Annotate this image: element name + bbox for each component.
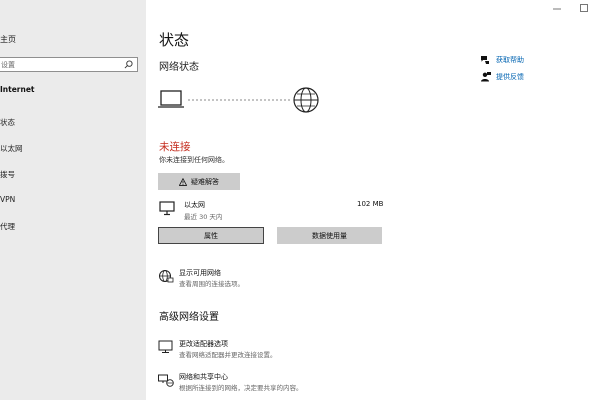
data-usage-button[interactable]: 数据使用量 (277, 227, 382, 244)
get-help-label: 获取帮助 (496, 56, 524, 64)
ethernet-icon (159, 201, 175, 216)
search-input[interactable] (1, 59, 119, 70)
troubleshoot-button[interactable]: 疑难解答 (158, 173, 240, 190)
change-adapter-options-link[interactable]: 更改适配器选项 查看网络适配器并更改连接设置。 (158, 339, 378, 361)
laptop-icon (158, 90, 184, 108)
sidebar-item-status[interactable]: 状态 (0, 117, 15, 128)
show-available-networks-link[interactable]: 显示可用网络 查看周围的连接选项。 (158, 268, 358, 290)
sidebar-section-internet: Internet (0, 85, 35, 94)
sidebar-item-ethernet[interactable]: 以太网 (0, 143, 23, 154)
warning-icon (179, 177, 187, 186)
get-help-link[interactable]: 获取帮助 (480, 55, 550, 65)
globe-icon (293, 87, 319, 113)
ethernet-time-range: 最近 30 天内 (184, 213, 223, 221)
sharing-center-title: 网络和共享中心 (179, 373, 228, 381)
feedback-icon (481, 72, 491, 82)
troubleshoot-label: 疑难解答 (191, 177, 219, 186)
show-networks-desc: 查看周围的连接选项。 (179, 280, 244, 288)
adapter-icon (158, 340, 173, 353)
status-description: 你未连接到任何网络。 (159, 156, 229, 164)
network-status-heading: 网络状态 (159, 62, 199, 73)
give-feedback-link[interactable]: 提供反馈 (480, 72, 550, 82)
adapter-options-desc: 查看网络适配器并更改连接设置。 (179, 351, 277, 359)
search-icon[interactable] (124, 60, 133, 69)
network-sharing-center-link[interactable]: 网络和共享中心 根据所连接到的网络，决定要共享的内容。 (158, 372, 388, 394)
sidebar-item-proxy[interactable]: 代理 (0, 221, 15, 232)
sidebar: 主页 Internet 状态 以太网 拨号 VPN 代理 (0, 0, 146, 400)
sharing-center-icon (158, 374, 174, 387)
sharing-center-desc: 根据所连接到的网络，决定要共享的内容。 (179, 384, 303, 392)
ethernet-data-size: 102 MB (357, 200, 384, 208)
status-text: 未连接 (159, 141, 191, 153)
advanced-settings-heading: 高级网络设置 (159, 312, 219, 323)
network-diagram (158, 87, 319, 113)
sidebar-item-dialup[interactable]: 拨号 (0, 169, 15, 180)
sidebar-item-home[interactable]: 主页 (0, 34, 16, 45)
sidebar-item-vpn[interactable]: VPN (0, 195, 15, 204)
available-networks-icon (159, 270, 174, 283)
main-content: 状态 网络状态 未连接 你未连接到任何网络。 疑难解答 以太网 最近 30 天内… (146, 0, 607, 400)
give-feedback-label: 提供反馈 (496, 73, 524, 81)
ethernet-name: 以太网 (184, 201, 205, 209)
show-networks-title: 显示可用网络 (179, 269, 221, 277)
properties-button[interactable]: 属性 (158, 227, 264, 244)
help-chat-icon (481, 56, 489, 64)
page-title: 状态 (159, 31, 190, 49)
adapter-options-title: 更改适配器选项 (179, 340, 228, 348)
search-box[interactable] (0, 57, 138, 72)
